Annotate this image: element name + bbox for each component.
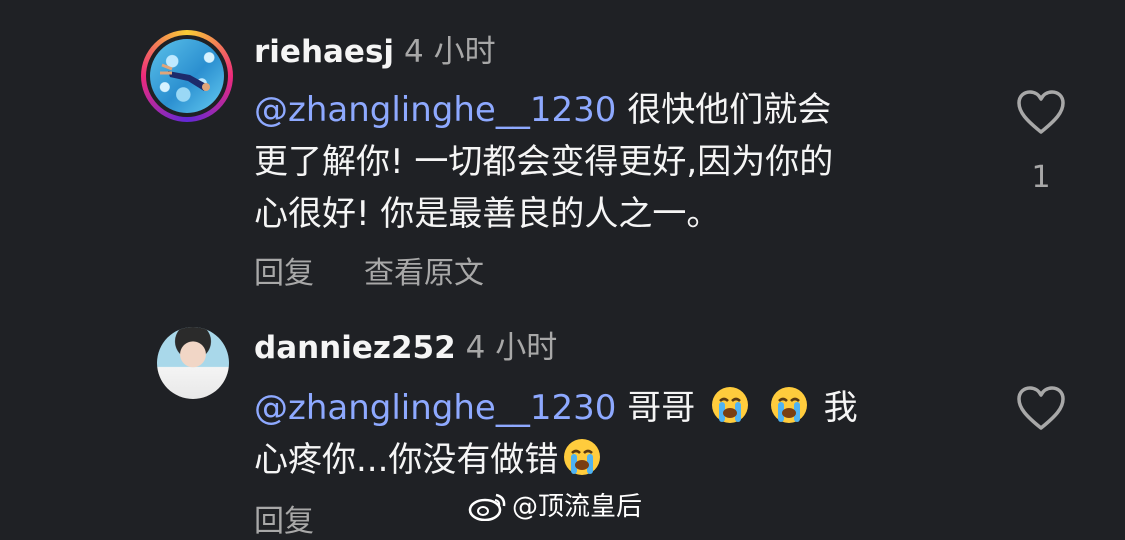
comment-text-line: 哥哥 [616, 388, 707, 428]
loudly-crying-face-emoji [770, 387, 807, 423]
watermark: @顶流皇后 [468, 486, 642, 523]
username[interactable]: danniez252 [254, 330, 456, 366]
heart-icon[interactable] [1016, 90, 1066, 136]
portrait-avatar [157, 327, 229, 399]
comment-text-line: 更了解你! 一切都会变得更好,因为你的 [254, 142, 834, 182]
timestamp: 4 小时 [465, 330, 558, 366]
comment-text-line: 心很好! 你是最善良的人之一。 [254, 194, 721, 234]
avatar[interactable] [150, 39, 224, 113]
reply-button[interactable]: 回复 [254, 256, 314, 291]
comment-text: @zhanglinghe__1230 哥哥 我 心疼你...你没有做错 [254, 382, 858, 486]
avatar[interactable] [157, 327, 229, 399]
see-original-button[interactable]: 查看原文 [364, 256, 484, 291]
comment-actions: 回复 查看原文 [254, 248, 534, 292]
pool-swimmer-avatar [150, 39, 224, 113]
mention-link[interactable]: @zhanglinghe__1230 [254, 388, 616, 428]
watermark-text: @顶流皇后 [512, 492, 643, 522]
reply-button[interactable]: 回复 [254, 504, 314, 539]
heart-icon[interactable] [1016, 386, 1066, 432]
username[interactable]: riehaesj [254, 34, 394, 70]
comment-header: danniez252 4 小时 [254, 328, 557, 368]
comment-text-line: 心疼你...你没有做错 [254, 440, 559, 480]
loudly-crying-face-emoji [712, 387, 749, 423]
comment-text-line: 很快他们就会 [616, 90, 832, 130]
comment-actions: 回复 [254, 496, 364, 540]
timestamp: 4 小时 [404, 34, 496, 70]
weibo-icon [468, 493, 506, 521]
loudly-crying-face-emoji [564, 439, 601, 475]
comment-text: @zhanglinghe__1230 很快他们就会 更了解你! 一切都会变得更好… [254, 84, 833, 240]
comment-header: riehaesj 4 小时 [254, 32, 496, 72]
comment-item: riehaesj 4 小时 @zhanglinghe__1230 很快他们就会 更… [0, 0, 1125, 300]
like-count: 1 [1031, 160, 1051, 195]
comment-text-line: 我 [812, 388, 858, 428]
mention-link[interactable]: @zhanglinghe__1230 [254, 90, 616, 130]
